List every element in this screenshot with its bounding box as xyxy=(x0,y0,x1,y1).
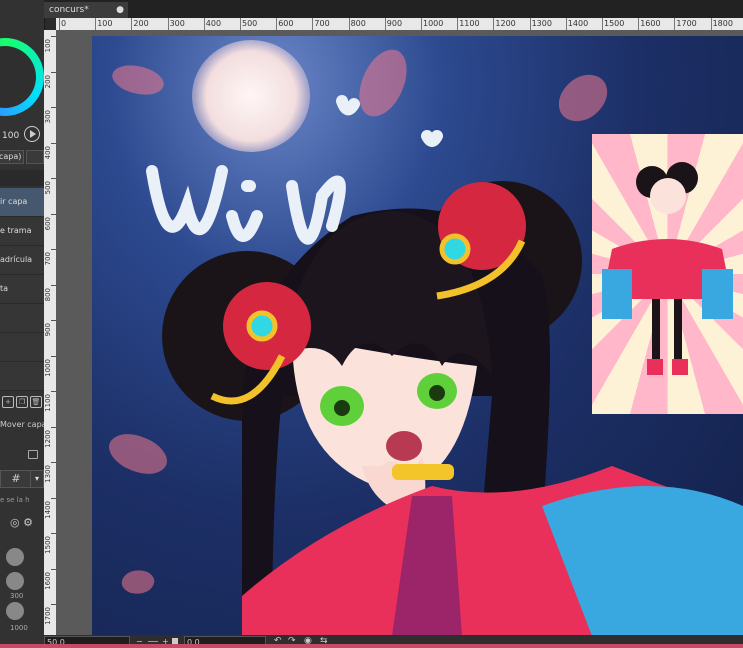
ruler-label: 1500 xyxy=(44,536,52,554)
ruler-tick xyxy=(565,18,567,30)
left-panel: 100 capa) ir capa e trama adrícula ta + ❐ 🗑… xyxy=(0,0,45,648)
close-icon[interactable]: ● xyxy=(116,2,124,18)
ruler-tick xyxy=(312,18,314,30)
ruler-label: 600 xyxy=(278,19,294,28)
layer-item[interactable]: ta xyxy=(0,275,44,304)
layer-item[interactable]: e trama xyxy=(0,217,44,246)
ruler-tick xyxy=(384,18,386,30)
ruler-tick xyxy=(493,18,495,30)
ruler-tick xyxy=(167,18,169,30)
ruler-tick xyxy=(674,18,676,30)
ruler-label: 400 xyxy=(205,19,222,28)
brush-size-label: 300 xyxy=(10,592,24,600)
brush-size-preset[interactable] xyxy=(6,548,24,566)
ruler-label: 600 xyxy=(44,216,52,230)
blend-mode-select[interactable]: capa) xyxy=(0,150,24,164)
document-tab-bar: concurs* ● xyxy=(44,0,743,18)
ruler-label: 1700 xyxy=(676,19,697,28)
ruler-label: 1400 xyxy=(567,19,589,28)
ruler-label: 1000 xyxy=(44,358,52,377)
ruler-label: 1200 xyxy=(44,429,52,448)
ruler-label: 300 xyxy=(44,110,52,124)
layer-item[interactable]: adrícula xyxy=(0,246,44,275)
ruler-label: 1200 xyxy=(495,19,516,28)
layer-item[interactable]: ir capa xyxy=(0,188,44,217)
duplicate-layer-icon[interactable]: ❐ xyxy=(16,396,28,408)
ruler-tick xyxy=(457,18,459,30)
brush-settings-icon[interactable]: ◎ ⚙ xyxy=(10,516,33,529)
ruler-label: 1600 xyxy=(44,571,52,590)
ruler-label: 800 xyxy=(44,287,52,301)
new-layer-icon[interactable]: + xyxy=(2,396,14,408)
grid-icon[interactable]: # xyxy=(0,470,32,488)
ruler-label: 0 xyxy=(61,19,67,28)
ruler-label: 100 xyxy=(97,19,113,28)
layer-actions: + ❐ 🗑 xyxy=(0,396,44,412)
ruler-label: 900 xyxy=(386,19,403,28)
ruler-label: 700 xyxy=(44,252,52,266)
ruler-label: 500 xyxy=(242,19,258,28)
ruler-label: 1100 xyxy=(459,19,480,28)
ruler-label: 1100 xyxy=(44,394,52,412)
ruler-tick xyxy=(203,18,205,30)
panel-separator xyxy=(0,170,44,186)
ruler-label: 700 xyxy=(314,19,330,28)
artwork-canvas[interactable] xyxy=(92,36,743,635)
ruler-label: 1600 xyxy=(640,19,661,28)
ruler-tick xyxy=(59,18,60,30)
lock-icon[interactable] xyxy=(28,450,38,459)
ruler-tick xyxy=(638,18,640,30)
layer-list: ir capa e trama adrícula ta xyxy=(0,188,44,391)
layer-item[interactable] xyxy=(0,304,44,333)
ruler-tick xyxy=(421,18,422,30)
zoom-slider[interactable] xyxy=(148,641,158,642)
ruler-tick xyxy=(348,18,350,30)
layer-item[interactable] xyxy=(0,333,44,362)
ruler-label: 400 xyxy=(44,145,52,159)
ruler-label: 200 xyxy=(44,74,52,88)
vertical-ruler: 100 200 300 400 500 600 700 800 900 1000 1100 1200 1… xyxy=(44,30,56,635)
ruler-tick xyxy=(240,18,241,30)
ruler-label: 900 xyxy=(44,323,52,337)
ruler-label: 1700 xyxy=(44,607,52,625)
ruler-label: 800 xyxy=(350,19,366,28)
ruler-tick xyxy=(95,18,97,30)
reference-image xyxy=(592,134,743,414)
hint-text: e se la h xyxy=(0,496,30,504)
ruler-label: 1300 xyxy=(531,19,552,28)
color-wheel[interactable] xyxy=(0,38,44,116)
tab-concurs[interactable]: concurs* ● xyxy=(44,2,128,18)
tab-title: concurs* xyxy=(49,5,89,15)
trash-icon[interactable]: 🗑 xyxy=(30,396,42,408)
horizontal-ruler: 0 100 200 300 400 500 600 700 800 900 1000 1100 1200… xyxy=(56,18,743,30)
brush-size-preset[interactable] xyxy=(6,602,24,620)
ruler-tick xyxy=(602,18,603,30)
chevron-down-icon[interactable]: ▾ xyxy=(30,470,44,488)
ruler-label: 100 xyxy=(44,39,52,53)
ruler-label: 1500 xyxy=(604,19,625,28)
ruler-label: 1400 xyxy=(44,500,52,519)
blend-mode-dropdown[interactable] xyxy=(26,150,44,164)
brush-size-preset[interactable] xyxy=(6,572,24,590)
mover-capa-label[interactable]: Mover capa xyxy=(0,420,44,429)
window-edge xyxy=(0,644,743,648)
ruler-tick xyxy=(276,18,278,30)
ruler-tick xyxy=(710,18,712,30)
ruler-tick xyxy=(131,18,133,30)
play-icon[interactable] xyxy=(24,126,40,142)
ruler-label: 300 xyxy=(169,19,185,28)
ruler-label: 1000 xyxy=(423,19,444,28)
brush-size-label: 1000 xyxy=(10,624,28,632)
reference-character xyxy=(602,162,733,375)
layer-item[interactable] xyxy=(0,362,44,391)
canvas-area[interactable] xyxy=(56,30,743,635)
ruler-label: 200 xyxy=(133,19,149,28)
ruler-label: 500 xyxy=(44,181,52,195)
ruler-label: 1800 xyxy=(712,19,733,28)
layer-opacity-value: 100 xyxy=(2,131,20,141)
ruler-label: 1300 xyxy=(44,465,52,483)
ruler-tick xyxy=(529,18,531,30)
